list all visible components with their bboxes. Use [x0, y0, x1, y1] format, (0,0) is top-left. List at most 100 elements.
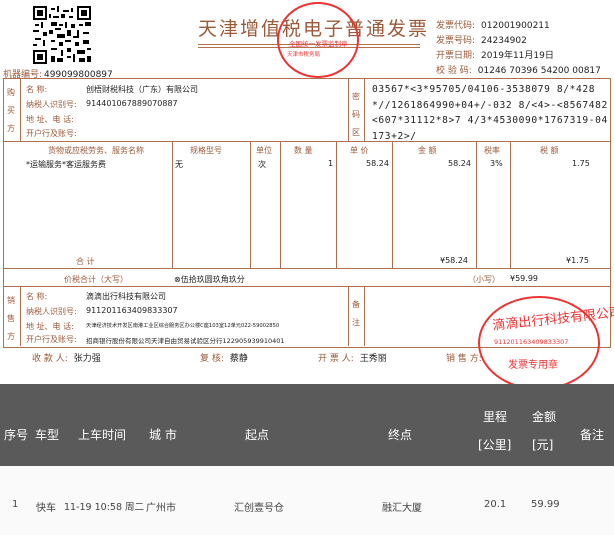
seller-address: 天津经济技术开发区南港工业区综合服务区办公楼C座103室12单元022-5900…: [86, 323, 280, 329]
cell-distance: 20.1: [484, 499, 507, 510]
invoice-date: 开票日期: 2019年11月19日: [436, 48, 554, 61]
seller-name: 滴滴出行科技有限公司: [86, 292, 166, 301]
divider: [348, 78, 349, 142]
divider: [20, 286, 21, 346]
grand-total-upper: ⊗伍拾玖圆玖角玖分: [174, 275, 245, 284]
grand-total-small-label: （小写）: [468, 275, 500, 284]
header-amount-unit: [元]: [532, 438, 554, 452]
seal-text: 全国统一发票监制章: [289, 40, 348, 48]
remark-section-label: 备注: [352, 300, 360, 327]
cell-origin: 汇创壹号仓: [234, 503, 284, 514]
divider: [364, 78, 365, 142]
seller-tax-id: 911201163409833307: [86, 306, 178, 315]
payee-value: 张力强: [73, 354, 101, 364]
trip-table: 序号 车型 上车时间 城 市 起点 终点 里程 [公里] 金额 [元] 备注 1…: [0, 384, 614, 535]
divider: [20, 78, 21, 142]
divider: [280, 141, 281, 268]
col-header-tax: 税 额: [540, 146, 559, 155]
header-city: 城 市: [149, 428, 177, 442]
item-name: *运输服务*客运服务费: [26, 160, 106, 169]
col-header-spec: 规格型号: [190, 146, 222, 155]
item-unit: 次: [258, 160, 266, 169]
invoice-number-label: 发票号码:: [436, 36, 476, 46]
seller-bank-label: 开户行及账号:: [26, 335, 77, 344]
divider: [510, 141, 511, 268]
seller-section-label: 销售方: [7, 296, 15, 341]
cell-car-type: 快车: [36, 503, 56, 514]
item-spec: 无: [175, 160, 183, 169]
seal-company-name: 滴滴出行科技有限公司: [491, 305, 614, 334]
item-amount: 58.24: [448, 159, 471, 168]
invoice-number-value: 24234902: [481, 36, 527, 46]
drawer: 开 票 人: 王秀丽: [318, 351, 387, 364]
divider: [364, 286, 365, 346]
cell-city: 广州市: [146, 503, 176, 514]
header-distance-unit: [公里]: [478, 438, 512, 452]
col-header-name: 货物或应税劳务、服务名称: [48, 146, 144, 155]
invoice-number: 发票号码: 24234902: [436, 33, 527, 46]
header-seq: 序号: [4, 428, 29, 442]
divider: [392, 141, 393, 268]
cipher-section-label: 密码区: [352, 92, 360, 137]
seal-text: 天津市税务局: [287, 52, 321, 58]
reviewer: 复 核: 蔡静: [200, 351, 248, 364]
buyer-name-label: 名 称:: [26, 85, 48, 94]
divider: [336, 141, 337, 268]
seal-subtitle: 发票专用章: [508, 360, 558, 371]
invoice-date-label: 开票日期:: [436, 51, 476, 61]
seller-sign: 销 售 方:: [446, 351, 482, 364]
cell-seq: 1: [12, 499, 19, 510]
qr-code: [33, 6, 91, 64]
item-qty: 1: [328, 159, 334, 168]
drawer-value: 王秀丽: [359, 354, 387, 364]
invoice-code-value: 012001900211: [481, 21, 550, 31]
divider: [3, 286, 610, 287]
reviewer-value: 蔡静: [229, 354, 248, 364]
buyer-bank-label: 开户行及账号:: [26, 129, 77, 138]
header-origin: 起点: [245, 428, 270, 442]
supervision-seal: 全国统一发票监制章 天津市税务局: [277, 2, 359, 78]
cell-amount: 59.99: [531, 499, 560, 510]
cell-destination: 融汇大厦: [382, 503, 422, 514]
col-header-rate: 税率: [484, 146, 500, 155]
total-label: 合 计: [76, 257, 95, 266]
drawer-label: 开 票 人:: [318, 354, 354, 364]
col-header-qty: 数 量: [294, 146, 313, 155]
total-tax: ¥1.75: [566, 256, 589, 265]
divider: [476, 141, 477, 268]
item-tax: 1.75: [572, 159, 590, 168]
item-price: 58.24: [366, 159, 389, 168]
header-remark: 备注: [580, 428, 605, 442]
seller-tax-label: 纳税人识别号:: [26, 307, 77, 316]
header-destination: 终点: [388, 428, 413, 442]
header-pickup-time: 上车时间: [78, 428, 127, 442]
header-distance: 里程: [483, 410, 508, 424]
cipher-text: 03567*<3*95705/04106-3538079 8/*428*//12…: [372, 84, 608, 142]
check-code-label: 校 验 码:: [436, 66, 472, 76]
invoice-code-label: 发票代码:: [436, 21, 476, 31]
divider: [3, 268, 610, 269]
grand-total-small: ¥59.99: [510, 274, 538, 283]
buyer-tax-id: 914401067889070887: [86, 99, 178, 108]
invoice-date-value: 2019年11月19日: [481, 51, 554, 61]
item-rate: 3%: [490, 159, 503, 168]
payee: 收 款 人: 张力强: [32, 351, 101, 364]
invoice-special-seal: 滴滴出行科技有限公司 911201163409833307 发票专用章: [478, 296, 614, 390]
trip-table-header: 序号 车型 上车时间 城 市 起点 终点 里程 [公里] 金额 [元] 备注: [0, 384, 614, 466]
buyer-address-label: 地 址、电 话:: [26, 115, 74, 124]
buyer-section-label: 购买方: [7, 88, 15, 133]
table-row[interactable]: 1 快车 11-19 10:58 周二 广州市 汇创壹号仓 融汇大厦 20.1 …: [0, 466, 614, 535]
col-header-unit: 单位: [256, 146, 272, 155]
col-header-amount: 金 额: [418, 146, 437, 155]
invoice-code: 发票代码: 012001900211: [436, 18, 550, 31]
divider: [250, 141, 251, 268]
seller-sign-label: 销 售 方:: [446, 354, 482, 364]
divider: [172, 141, 173, 268]
grand-total-label: 价税合计（大写）: [64, 275, 128, 284]
payee-label: 收 款 人:: [32, 354, 68, 364]
buyer-name: 创梧财税科技（广东）有限公司: [86, 85, 198, 94]
buyer-tax-label: 纳税人识别号:: [26, 100, 77, 109]
header-amount: 金额: [532, 410, 557, 424]
seal-tax-number: 911201163409833307: [494, 338, 569, 346]
seller-address-label: 地 址、电 话:: [26, 322, 74, 331]
